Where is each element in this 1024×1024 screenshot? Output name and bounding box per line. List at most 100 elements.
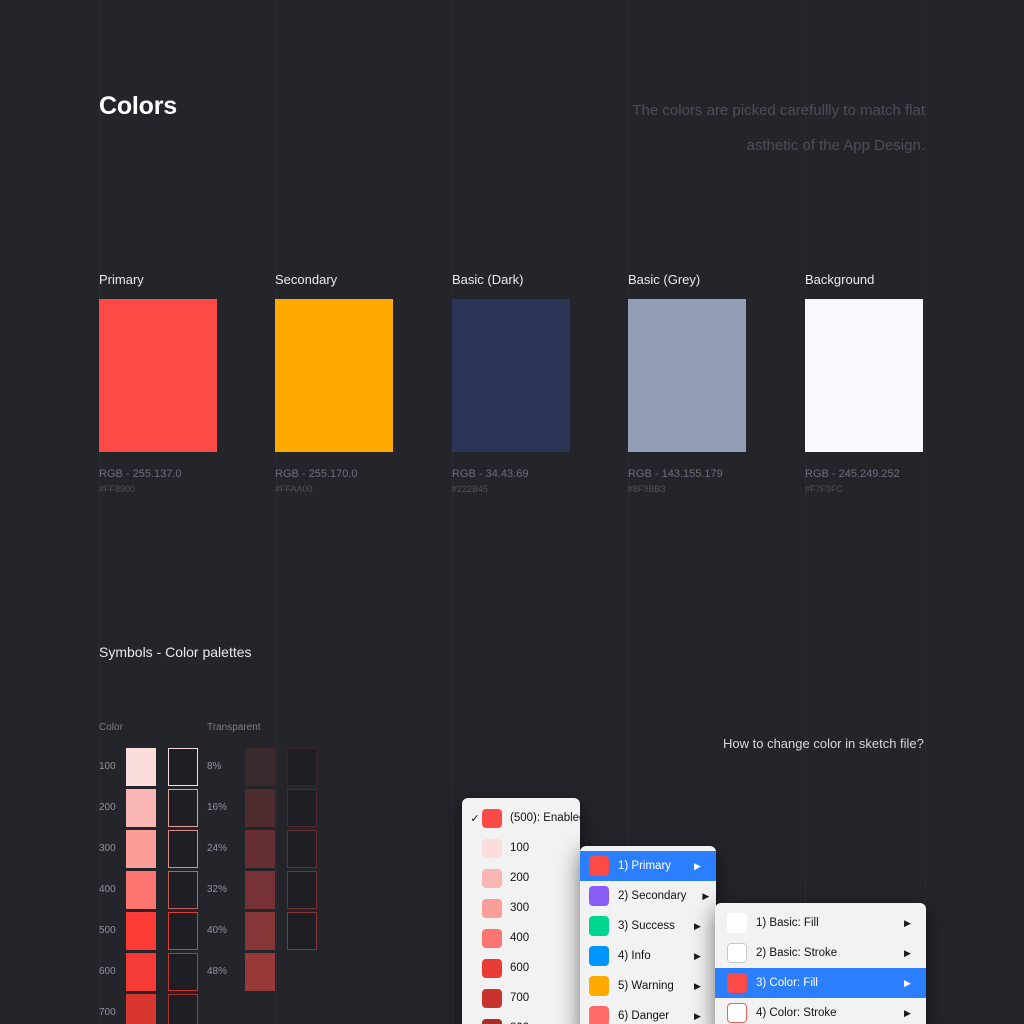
color-fill-swatch[interactable]: [126, 993, 156, 1024]
context-menu-targets[interactable]: 1) Basic: Fill ▶ 2) Basic: Stroke ▶ 3) Color…: [715, 903, 926, 1024]
submenu-arrow-icon: ▶: [694, 920, 701, 931]
transparent-fill-swatch[interactable]: [245, 952, 275, 991]
menu-item[interactable]: ✓ (500): Enabled: [462, 803, 580, 833]
swatch-name: Basic (Dark): [452, 272, 524, 287]
menu-item-label: (500): Enabled: [510, 812, 580, 824]
menu-item[interactable]: 1) Primary ▶: [580, 851, 716, 881]
color-fill-swatch[interactable]: [126, 829, 156, 868]
menu-item[interactable]: 4) Info ▶: [580, 941, 716, 971]
transparent-row-label: 24%: [207, 843, 228, 854]
swatch-color-chip[interactable]: [275, 299, 393, 452]
menu-item-label: 6) Danger: [618, 1010, 670, 1022]
menu-item[interactable]: 3) Color: Fill ▶: [715, 968, 926, 998]
menu-color-chip: [589, 886, 609, 906]
menu-color-chip: [482, 1018, 502, 1024]
color-fill-swatch[interactable]: [126, 747, 156, 786]
transparent-row-label: 32%: [207, 884, 228, 895]
menu-item[interactable]: 2) Secondary ▶: [580, 881, 716, 911]
menu-item[interactable]: 700: [462, 983, 580, 1013]
menu-color-chip: [727, 1003, 747, 1023]
palette-row: 200: [99, 787, 198, 828]
swatch-color-chip[interactable]: [452, 299, 570, 452]
menu-item[interactable]: 300: [462, 893, 580, 923]
menu-item[interactable]: 1) Basic: Fill ▶: [715, 908, 926, 938]
color-fill-swatch[interactable]: [126, 911, 156, 950]
palette-row: 24%: [207, 828, 317, 869]
swatch-card-basic-dark: Basic (Dark) RGB - 34.43.69 #222B45: [452, 272, 570, 494]
color-fill-swatch[interactable]: [126, 952, 156, 991]
menu-color-chip: [727, 973, 747, 993]
palette-column-color-title: Color: [99, 722, 123, 733]
submenu-arrow-icon: ▶: [694, 1010, 701, 1021]
menu-item[interactable]: 4) Color: Stroke ▶: [715, 998, 926, 1024]
transparent-stroke-swatch[interactable]: [287, 747, 317, 786]
menu-item[interactable]: 6) Danger ▶: [580, 1001, 716, 1024]
color-fill-swatch[interactable]: [126, 870, 156, 909]
transparent-stroke-swatch[interactable]: [287, 829, 317, 868]
menu-item-label: 400: [510, 932, 530, 944]
transparent-row-label: 8%: [207, 761, 222, 772]
page-title: Colors: [99, 92, 177, 120]
submenu-arrow-icon: ▶: [694, 950, 701, 961]
transparent-fill-swatch[interactable]: [245, 829, 275, 868]
menu-item[interactable]: 5) Warning ▶: [580, 971, 716, 1001]
menu-color-chip: [482, 958, 502, 978]
transparent-row-label: 40%: [207, 925, 228, 936]
menu-item[interactable]: 800: [462, 1013, 580, 1024]
transparent-fill-swatch[interactable]: [245, 747, 275, 786]
swatch-card-background: Background RGB - 245.249.252 #F7F9FC: [805, 272, 923, 494]
menu-item-label: 200: [510, 872, 530, 884]
submenu-arrow-icon: ▶: [904, 917, 911, 928]
swatch-color-chip[interactable]: [805, 299, 923, 452]
color-stroke-swatch[interactable]: [168, 993, 198, 1024]
color-row-label: 500: [99, 925, 116, 936]
transparent-fill-swatch[interactable]: [245, 788, 275, 827]
color-stroke-swatch[interactable]: [168, 952, 198, 991]
menu-item[interactable]: 100: [462, 833, 580, 863]
context-menu-categories[interactable]: 1) Primary ▶ 2) Secondary ▶ 3) Success ▶ 4) In…: [580, 846, 716, 1024]
swatch-rgb-value: RGB - 143.155.179: [628, 468, 723, 480]
palette-row: 500: [99, 910, 198, 951]
menu-item-label: 300: [510, 902, 530, 914]
menu-item[interactable]: 3) Success ▶: [580, 911, 716, 941]
menu-color-chip: [589, 946, 609, 966]
menu-color-chip: [482, 928, 502, 948]
menu-color-chip: [482, 838, 502, 858]
menu-color-chip: [589, 856, 609, 876]
color-stroke-swatch[interactable]: [168, 829, 198, 868]
color-stroke-swatch[interactable]: [168, 911, 198, 950]
palette-row: 700: [99, 992, 198, 1024]
color-stroke-swatch[interactable]: [168, 870, 198, 909]
color-stroke-swatch[interactable]: [168, 788, 198, 827]
swatch-name: Secondary: [275, 272, 338, 287]
color-stroke-swatch[interactable]: [168, 747, 198, 786]
menu-item-label: 2) Basic: Stroke: [756, 947, 838, 959]
transparent-stroke-swatch[interactable]: [287, 870, 317, 909]
menu-item[interactable]: 2) Basic: Stroke ▶: [715, 938, 926, 968]
swatch-card-secondary: Secondary RGB - 255.170.0 #FFAA00: [275, 272, 393, 494]
transparent-fill-swatch[interactable]: [245, 911, 275, 950]
menu-item-label: 1) Basic: Fill: [756, 917, 819, 929]
transparent-stroke-swatch[interactable]: [287, 911, 317, 950]
menu-item-label: 4) Info: [618, 950, 651, 962]
menu-color-chip: [482, 988, 502, 1008]
menu-item[interactable]: 600: [462, 953, 580, 983]
transparent-stroke-swatch[interactable]: [287, 788, 317, 827]
design-system-colors-page: Colors The colors are picked carefullly …: [0, 0, 1024, 1024]
color-fill-swatch[interactable]: [126, 788, 156, 827]
swatch-color-chip[interactable]: [99, 299, 217, 452]
submenu-arrow-icon: ▶: [694, 980, 701, 991]
menu-item-label: 3) Success: [618, 920, 675, 932]
swatch-color-chip[interactable]: [628, 299, 746, 452]
menu-color-chip: [589, 976, 609, 996]
transparent-row-label: 48%: [207, 966, 228, 977]
palette-row: 16%: [207, 787, 317, 828]
menu-item-label: 100: [510, 842, 530, 854]
swatch-card-basic-grey: Basic (Grey) RGB - 143.155.179 #8F9BB3: [628, 272, 746, 494]
palette-row: 100: [99, 746, 198, 787]
context-menu-shades[interactable]: ✓ (500): Enabled 100 200 300 400 600 700 800: [462, 798, 580, 1024]
palette-row: 300: [99, 828, 198, 869]
transparent-fill-swatch[interactable]: [245, 870, 275, 909]
menu-item[interactable]: 200: [462, 863, 580, 893]
menu-item[interactable]: 400: [462, 923, 580, 953]
